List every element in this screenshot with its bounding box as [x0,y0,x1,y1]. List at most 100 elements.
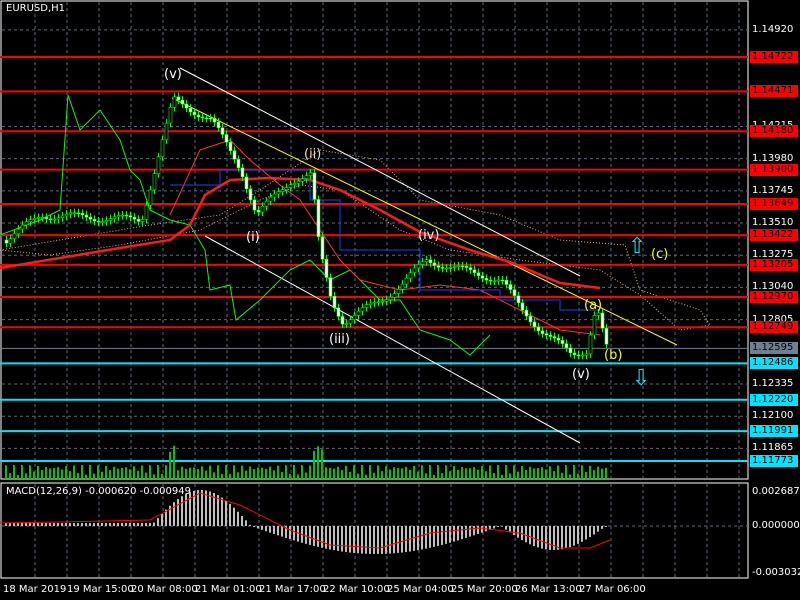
macd-histogram-bar [241,515,243,526]
macd-histogram-bar [561,526,563,550]
volume-bar [549,466,551,479]
candle [180,99,185,105]
macd-histogram-bar [581,526,583,542]
volume-bar [573,465,575,479]
volume-bar [329,467,331,479]
candle [580,354,585,357]
volume-bar [377,465,379,479]
volume-bar [177,470,179,479]
macd-histogram-bar [465,526,467,538]
candle [256,209,261,213]
candle [44,216,49,220]
volume-bar [49,468,51,479]
volume-bar [69,471,71,479]
candle [120,214,125,217]
volume-bar [361,465,363,479]
volume-bar [465,468,467,479]
macd-histogram-bar [597,526,599,532]
macd-histogram-bar [429,526,431,548]
macd-histogram-bar [497,526,499,528]
candle [224,134,229,143]
macd-histogram-bar [477,526,479,534]
candle [416,264,421,269]
candle [128,215,133,218]
macd-histogram-bar [577,526,579,544]
macd-histogram-bar [449,526,451,543]
candle [312,172,317,200]
macd-histogram-bar [201,490,203,526]
volume-bar [217,465,219,479]
volume-bar [333,468,335,479]
candle [184,103,189,109]
candle [508,284,513,290]
support-price-tag: 1.12486 [750,357,798,370]
volume-bar [129,469,131,479]
volume-bar [185,468,187,479]
volume-bar [401,468,403,479]
volume-bar [309,465,311,479]
candle [532,321,537,328]
macd-histogram-bar [73,523,75,526]
macd-histogram-bar [57,523,59,526]
time-axis-label: 27 Mar 06:00 [579,584,646,595]
candle [536,326,541,332]
macd-histogram-bar [197,490,199,526]
wave-label-a: (a) [584,298,603,313]
volume-bar [201,466,203,479]
volume-bar [133,466,135,479]
macd-histogram-bar [81,523,83,526]
candle [192,111,197,116]
candle [552,336,557,339]
macd-histogram-bar [501,526,503,527]
volume-bar [285,465,287,479]
volume-bar [105,465,107,479]
volume-bar [149,465,151,479]
macd-histogram-bar [69,523,71,526]
macd-histogram-bar [349,526,351,553]
macd-histogram-bar [461,526,463,540]
candle [4,239,9,244]
chart-window[interactable]: EURUSD,H1 MACD(12,26,9) -0.000620 -0.000… [0,0,800,600]
volume-bar [21,465,23,479]
volume-bar [341,470,343,479]
macd-histogram-bar [529,526,531,545]
volume-bar [373,472,375,479]
candle [388,296,393,301]
volume-bar [409,469,411,479]
candle [8,238,13,244]
volume-bar [501,474,503,479]
price-chart[interactable] [0,0,800,600]
candle [600,312,605,329]
macd-histogram-bar [25,523,27,526]
volume-bar [117,468,119,479]
candle [112,216,117,219]
macd-histogram-bar [425,526,427,549]
candle [160,139,165,158]
volume-bar [345,465,347,479]
macd-histogram-bar [565,526,567,549]
macd-histogram-bar [421,526,423,550]
candle [604,327,609,345]
volume-bar [453,466,455,479]
volume-bar [281,472,283,479]
volume-bar [569,474,571,479]
symbol-title: EURUSD,H1 [6,3,66,14]
volume-bar [225,465,227,479]
macd-histogram-bar [437,526,439,546]
support-price-tag: 1.11773 [750,455,798,467]
time-axis-label: 20 Mar 08:00 [131,584,198,595]
volume-bar [425,473,427,479]
candle [64,213,69,217]
candle [316,199,321,237]
macd-histogram-bar [233,507,235,526]
volume-bar [593,470,595,479]
macd-histogram-bar [353,526,355,553]
volume-bar [541,467,543,479]
candle [212,117,217,123]
candle [292,182,297,186]
candle [436,265,441,268]
macd-histogram-bar [205,490,207,526]
candle [116,215,121,218]
volume-bar [181,466,183,479]
candle [236,159,241,169]
